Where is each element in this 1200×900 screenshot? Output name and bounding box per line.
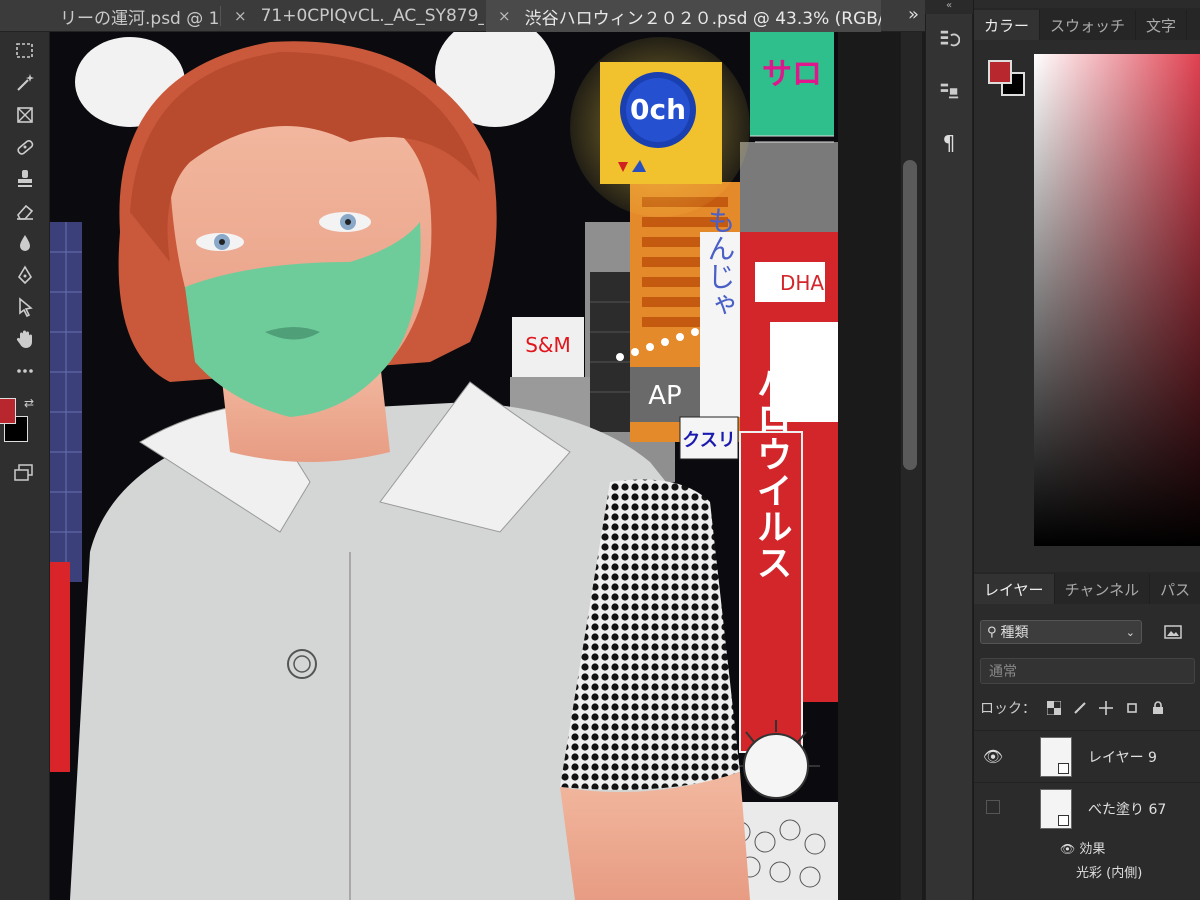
lock-position-icon[interactable] [1098, 700, 1114, 716]
stamp-icon[interactable] [10, 166, 40, 192]
swap-colors-icon[interactable]: ⇄ [24, 396, 34, 410]
layer-name: べた塗り 67 [1088, 801, 1167, 818]
sm-sign-text: S&M [525, 333, 571, 357]
color-picker-field[interactable] [1034, 54, 1200, 546]
eye-icon[interactable]: 👁 [978, 747, 1008, 766]
paragraph-panel-icon[interactable]: ¶ [934, 128, 964, 158]
eraser-icon[interactable] [10, 198, 40, 224]
document-tab-3[interactable]: × 渋谷ハロウィン２０２０.psd @ 43.3% (RGB/8) * [486, 0, 881, 32]
close-tab-icon[interactable]: × [234, 7, 247, 25]
photoshop-window: リーの運河.psd @ 19... × 71+0CPIQvCL._AC_SY87… [0, 0, 1200, 900]
effects-label: 効果 [1079, 842, 1106, 857]
tab-overflow-icon[interactable]: » [908, 4, 919, 25]
pen-tool-icon[interactable] [10, 262, 40, 288]
lock-artboard-icon[interactable] [1124, 700, 1140, 716]
layer-row[interactable]: 👁 レイヤー 9 [974, 730, 1200, 782]
och-sign-text: 0ch [630, 93, 686, 126]
layers-panel-tabs: レイヤー チャンネル パス [974, 572, 1200, 604]
tools-panel: ⇄ [0, 32, 50, 900]
document-tab-bar: リーの運河.psd @ 19... × 71+0CPIQvCL._AC_SY87… [0, 0, 925, 32]
artwork-illustration: 0ch サロ DHA S&M もんじゃ AP クスリ ハロウイルス [50, 32, 838, 900]
tab-title: 渋谷ハロウィン２０２０.psd @ 43.3% (RGB/8) * [524, 8, 881, 29]
eye-icon[interactable]: 👁 [1060, 842, 1075, 856]
tab-layers[interactable]: レイヤー [974, 574, 1055, 604]
filter-label: 種類 [1000, 625, 1029, 641]
more-tools-icon[interactable] [10, 358, 40, 384]
tab-title: リーの運河.psd @ 19... [60, 8, 218, 29]
tab-divider [220, 6, 221, 26]
layer-comps-icon[interactable] [934, 76, 964, 106]
blend-mode-select[interactable]: 通常 [980, 658, 1195, 684]
tab-paths[interactable]: パス [1150, 574, 1200, 604]
saro-sign-text: サロ [762, 57, 822, 92]
marquee-tool-icon[interactable] [10, 38, 40, 64]
tab-swatches[interactable]: スウォッチ [1040, 10, 1137, 40]
lock-options: ロック： [980, 696, 1200, 720]
visibility-toggle-empty[interactable] [978, 799, 1008, 818]
document-tab-1[interactable]: リーの運河.psd @ 19... [48, 0, 218, 32]
vertical-scroll-thumb[interactable] [903, 160, 917, 470]
close-tab-icon[interactable]: × [498, 7, 511, 25]
lock-transparent-icon[interactable] [1046, 700, 1062, 716]
search-icon: ⚲ [987, 624, 997, 640]
monja-sign-text: もんじゃ [704, 206, 737, 318]
layer-row[interactable]: べた塗り 67 [974, 782, 1200, 834]
halloween-sign-text: ハロウイルス [751, 364, 792, 580]
screen-mode-icon[interactable] [14, 464, 34, 482]
pasteboard-area [838, 32, 900, 900]
layer-effects-row[interactable]: 👁 効果 [1060, 838, 1105, 857]
blend-mode-value: 通常 [989, 664, 1017, 680]
document-canvas[interactable]: 0ch サロ DHA S&M もんじゃ AP クスリ ハロウイルス [50, 32, 838, 900]
foreground-color-swatch[interactable] [0, 398, 16, 424]
layer-thumbnail [1040, 736, 1072, 777]
path-select-arrow-icon[interactable] [10, 294, 40, 320]
color-panel-tabs: カラー スウォッチ 文字 [974, 8, 1200, 40]
tab-character[interactable]: 文字 [1136, 10, 1188, 40]
tab-title: 71+0CPIQvCL._AC_SY879_.jpg [260, 6, 484, 26]
virus-mascot [743, 733, 809, 799]
effect-name: 光彩 (内側) [1076, 866, 1143, 881]
chevron-down-icon: ⌄ [1125, 625, 1135, 639]
layer-thumbnail [1040, 788, 1072, 829]
kusuri-sign-text: クスリ [682, 430, 735, 451]
layer-filter-select[interactable]: ⚲ 種類 ⌄ [980, 620, 1142, 644]
document-tab-2[interactable]: × 71+0CPIQvCL._AC_SY879_.jpg [222, 0, 484, 32]
lock-all-icon[interactable] [1150, 700, 1166, 716]
tab-channels[interactable]: チャンネル [1055, 574, 1151, 604]
healing-brush-icon[interactable] [10, 134, 40, 160]
ap-sign-text: AP [648, 381, 681, 411]
image-filter-icon[interactable] [1164, 624, 1182, 640]
history-panel-icon[interactable] [934, 24, 964, 54]
blur-drop-icon[interactable] [10, 230, 40, 256]
hand-icon[interactable] [10, 326, 40, 352]
dha-sign-text: DHA [780, 271, 824, 295]
collapse-dock-icon[interactable]: « [925, 0, 973, 14]
lock-brush-icon[interactable] [1072, 700, 1088, 716]
color-panel-foreground-swatch[interactable] [988, 60, 1012, 84]
tab-color[interactable]: カラー [974, 10, 1041, 40]
inner-glow-effect-row[interactable]: 光彩 (内側) [1076, 862, 1142, 881]
magic-wand-icon[interactable] [10, 70, 40, 96]
crop-frame-icon[interactable] [10, 102, 40, 128]
layer-name: レイヤー 9 [1088, 749, 1157, 766]
lock-label: ロック： [980, 701, 1036, 717]
